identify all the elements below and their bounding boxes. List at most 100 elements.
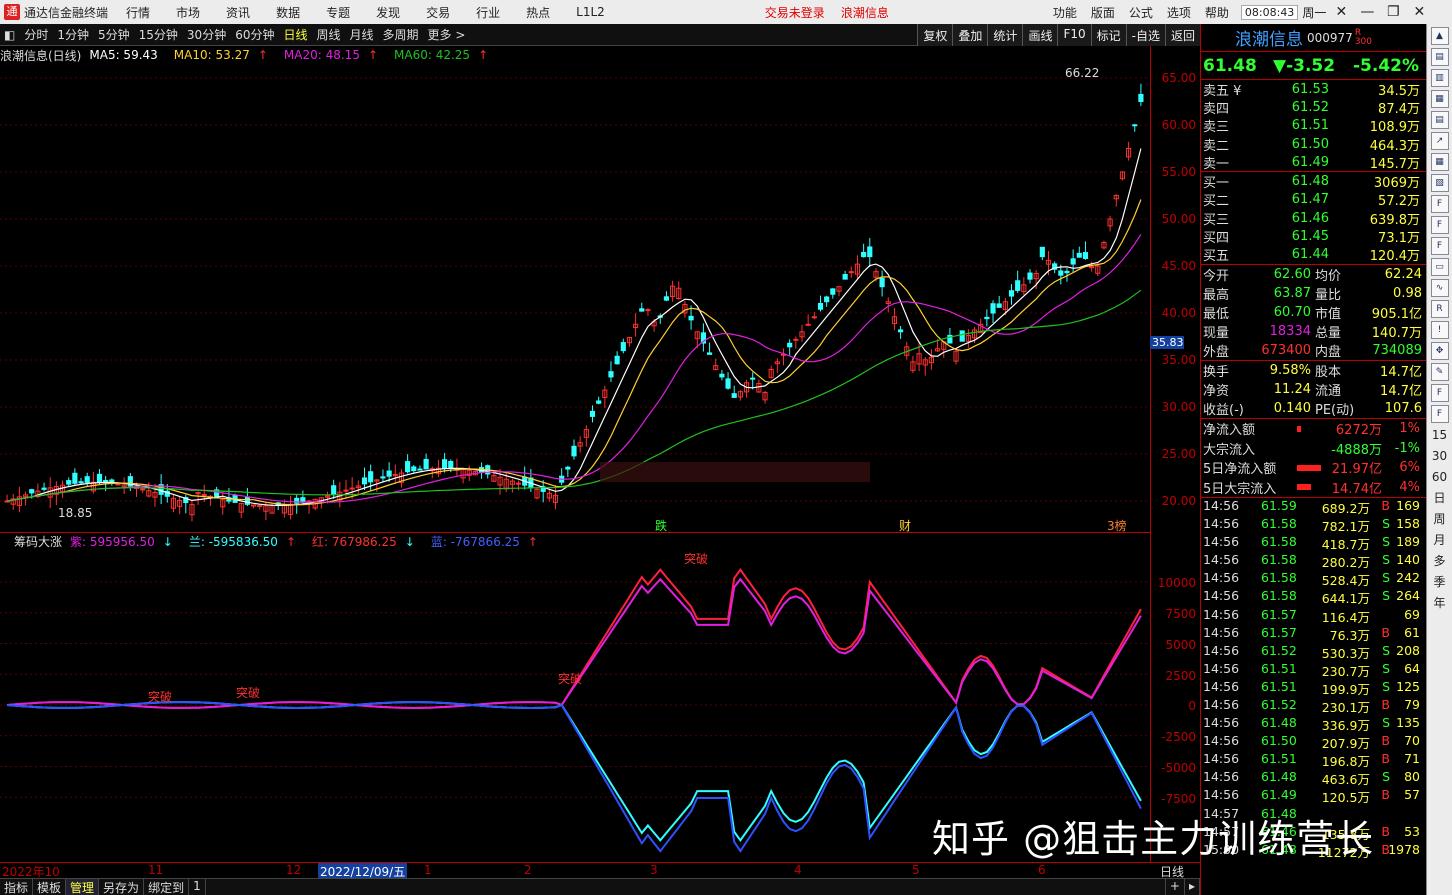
table-icon[interactable]: ▦ (1430, 90, 1449, 108)
tick-row[interactable]: 14:56 61.52 530.3万 S 208 (1201, 643, 1426, 661)
menu-topics[interactable]: 专题 (326, 4, 350, 21)
menu-l1l2[interactable]: L1L2 (576, 5, 605, 19)
overlay-button[interactable]: 叠加 (952, 24, 988, 46)
panel-toggle-icon[interactable]: ◧ (4, 28, 15, 42)
menu-trade[interactable]: 交易 (426, 4, 450, 21)
f10-button[interactable]: F10 (1057, 24, 1091, 46)
pencil-icon[interactable]: ✎ (1430, 363, 1449, 381)
chart-icon[interactable]: ▤ (1430, 48, 1449, 66)
menu-layout[interactable]: 版面 (1091, 4, 1115, 21)
tick-row[interactable]: 14:56 61.48 336.9万 S 135 (1201, 715, 1426, 733)
bids-row[interactable]: 买四 61.45 73.1万 (1201, 227, 1426, 246)
tick-row[interactable]: 14:56 61.52 230.1万 B 79 (1201, 697, 1426, 715)
adjust-button[interactable]: 复权 (917, 24, 953, 46)
scroll-up-icon[interactable]: ▲ (1430, 27, 1449, 45)
grid-icon[interactable]: ▦ (1430, 153, 1449, 171)
tab-daily[interactable]: 日线 (283, 26, 307, 43)
period-month-button[interactable]: 月 (1431, 531, 1449, 549)
menu-data[interactable]: 数据 (276, 4, 300, 21)
f5-icon[interactable]: F (1430, 384, 1449, 402)
tab-manage[interactable]: 管理 (66, 879, 100, 895)
tab-1min[interactable]: 1分钟 (57, 26, 89, 43)
period-30-button[interactable]: 30 (1431, 447, 1449, 465)
menu-news[interactable]: 资讯 (226, 4, 250, 21)
tab-weekly[interactable]: 周线 (317, 26, 341, 43)
zoom-in-icon[interactable]: + (1164, 879, 1185, 895)
bids-row[interactable]: 买一 61.48 3069万 (1201, 172, 1426, 191)
detail-icon[interactable]: ▧ (1430, 174, 1449, 192)
tick-row[interactable]: 14:56 61.58 644.1万 S 264 (1201, 588, 1426, 606)
tick-row[interactable]: 14:56 61.59 689.2万 B 169 (1201, 498, 1426, 516)
menu-industry[interactable]: 行业 (476, 4, 500, 21)
tab-template[interactable]: 模板 (33, 879, 67, 895)
move-icon[interactable]: ✥ (1430, 342, 1449, 360)
bids-row[interactable]: 买三 61.46 639.8万 (1201, 209, 1426, 228)
asks-row[interactable]: 卖五 ¥ 61.53 34.5万 (1201, 80, 1426, 99)
kline-icon[interactable]: ▥ (1430, 69, 1449, 87)
bids-row[interactable]: 买五 61.44 120.4万 (1201, 246, 1426, 264)
mark-button[interactable]: 标记 (1090, 24, 1126, 46)
tab-save-as[interactable]: 另存为 (99, 879, 145, 895)
wave-icon[interactable]: ∿ (1430, 279, 1449, 297)
back-button[interactable]: 返回 (1164, 24, 1200, 46)
tab-window-1[interactable]: 1 (189, 879, 206, 895)
tick-row[interactable]: 14:56 61.57 116.4万 69 (1201, 607, 1426, 625)
period-15-button[interactable]: 15 (1431, 426, 1449, 444)
remove-watchlist-button[interactable]: -自选 (1125, 24, 1165, 46)
f6-icon[interactable]: F (1430, 405, 1449, 423)
tick-row[interactable]: 14:56 61.51 199.9万 S 125 (1201, 679, 1426, 697)
tab-timeshare[interactable]: 分时 (24, 26, 48, 43)
close-x-icon[interactable]: ✕ (1330, 4, 1352, 20)
tab-15min[interactable]: 15分钟 (139, 26, 178, 43)
period-multi-button[interactable]: 多 (1431, 552, 1449, 570)
fund-icon[interactable]: F (1430, 195, 1449, 213)
tab-monthly[interactable]: 月线 (350, 26, 374, 43)
tick-row[interactable]: 14:56 61.49 120.5万 B 57 (1201, 787, 1426, 805)
period-year-button[interactable]: 年 (1431, 594, 1449, 612)
tick-row[interactable]: 14:56 61.58 418.7万 S 189 (1201, 534, 1426, 552)
minimize-icon[interactable]: — (1356, 4, 1378, 20)
draw-button[interactable]: 画线 (1022, 24, 1058, 46)
asks-row[interactable]: 卖二 61.50 464.3万 (1201, 135, 1426, 154)
bids-row[interactable]: 买二 61.47 57.2万 (1201, 191, 1426, 209)
tick-row[interactable]: 14:56 61.58 280.2万 S 140 (1201, 552, 1426, 570)
tick-row[interactable]: 14:56 61.58 782.1万 S 158 (1201, 516, 1426, 534)
tab-60min[interactable]: 60分钟 (235, 26, 274, 43)
rsi-icon[interactable]: R (1430, 300, 1449, 318)
list-icon[interactable]: ▤ (1430, 111, 1449, 129)
menu-discover[interactable]: 发现 (376, 4, 400, 21)
menu-hotspot[interactable]: 热点 (526, 4, 550, 21)
fiz-icon[interactable]: F (1430, 237, 1449, 255)
tab-30min[interactable]: 30分钟 (187, 26, 226, 43)
asks-row[interactable]: 卖一 61.49 145.7万 (1201, 153, 1426, 172)
tick-list[interactable]: 14:56 61.59 689.2万 B 169 14:56 61.58 782.1万 S 158… (1201, 498, 1426, 860)
asks-row[interactable]: 卖四 61.52 87.4万 (1201, 98, 1426, 117)
tab-multi-period[interactable]: 多周期 (383, 26, 419, 43)
tab-more[interactable]: 更多 > (428, 26, 466, 43)
indicator-name[interactable]: 筹码大涨 (14, 533, 62, 550)
tick-row[interactable]: 14:56 61.50 207.9万 B 70 (1201, 733, 1426, 751)
tick-row[interactable]: 14:56 61.58 528.4万 S 242 (1201, 570, 1426, 588)
tab-indicator[interactable]: 指标 (0, 879, 34, 895)
close-icon[interactable]: ✕ (1408, 4, 1430, 20)
menu-market[interactable]: 市场 (176, 4, 200, 21)
menu-options[interactable]: 选项 (1167, 4, 1191, 21)
trend-icon[interactable]: ↗ (1430, 132, 1449, 150)
asks-row[interactable]: 卖三 61.51 108.9万 (1201, 117, 1426, 135)
alert-icon[interactable]: ! (1430, 321, 1449, 339)
period-quarter-button[interactable]: 季 (1431, 573, 1449, 591)
doc-icon[interactable]: ▭ (1430, 258, 1449, 276)
f10-icon[interactable]: F (1430, 216, 1449, 234)
tick-row[interactable]: 14:56 61.51 196.8万 B 71 (1201, 751, 1426, 769)
period-week-button[interactable]: 周 (1431, 510, 1449, 528)
tab-5min[interactable]: 5分钟 (98, 26, 130, 43)
login-status[interactable]: 交易未登录 (765, 4, 825, 21)
tick-row[interactable]: 14:56 61.57 76.3万 B 61 (1201, 625, 1426, 643)
period-60-button[interactable]: 60 (1431, 468, 1449, 486)
period-day-button[interactable]: 日 (1431, 489, 1449, 507)
menu-formula[interactable]: 公式 (1129, 4, 1153, 21)
menu-help[interactable]: 帮助 (1205, 4, 1229, 21)
menu-quotes[interactable]: 行情 (126, 4, 150, 21)
menu-function[interactable]: 功能 (1053, 4, 1077, 21)
scroll-right-icon[interactable]: ▸ (1185, 879, 1200, 895)
